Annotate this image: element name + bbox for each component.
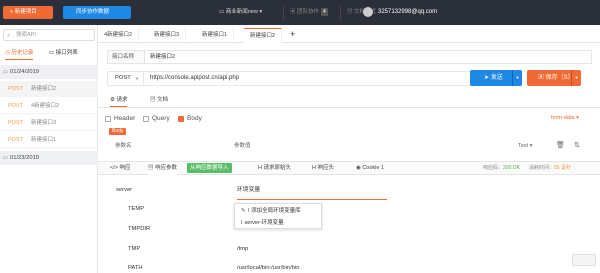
param-name-header: 参数名 [115,143,132,149]
menu-item-add-global-env[interactable]: ✎ I 添加全局环境变量库 [235,205,323,217]
method-select[interactable]: POST ▼ [108,72,144,85]
tab-raw-request-header[interactable]: H 请求原始头 [258,162,291,175]
team-count-badge: 4 [321,8,328,16]
chevron-down-icon: ▼ [135,76,139,81]
tab-api-list[interactable]: ▭ 接口列表 [49,47,78,60]
body-badge: Body [109,128,127,135]
chevron-down-icon[interactable]: ▼ [571,70,581,86]
import-from-response-button[interactable]: 从响应数据导入 [187,163,232,173]
tab-request-active[interactable]: 新建接口2 [244,28,283,43]
team-collab-button[interactable]: ▣ 团队协作 4 [290,6,328,19]
sidebar-tabs: ◷ 历史记录 ▭ 接口列表 [3,47,95,61]
tab-request[interactable]: 新建接口1 [196,28,235,43]
date-group-header[interactable]: ▭ 01/23/2019 [0,151,98,165]
tab-response-params[interactable]: ▤ 响应参数 [148,162,178,175]
request-tabs: 4新建接口2 新建接口3 新建接口1 新建接口2 + [98,28,600,43]
sync-label: 同步协作数据 [76,9,110,15]
env-variable-panel: server 环境变量 TEMP TMPDIR TMP /tmp PATH /u… [98,175,600,273]
variable-icon: I [241,220,243,226]
tab-request[interactable]: 新建接口3 [148,28,187,43]
chevron-down-icon[interactable]: ▼ [512,70,522,86]
response-time: 消耗时间：85 毫秒 [529,165,571,171]
date-group-header[interactable]: ▭ 01/24/2019 [0,65,98,79]
avatar[interactable] [363,7,373,17]
table-row[interactable]: server 环境变量 [98,181,600,200]
tab-request-body[interactable]: ⚙ 请求 [110,94,128,107]
new-project-label: 新建项目 [14,9,37,15]
api-name-label: 接口名称 [108,51,145,63]
tab-request[interactable]: 4新建接口2 [98,28,140,43]
query-checkbox[interactable]: Query [143,113,170,125]
history-item[interactable]: POST 新建接口2 [0,81,98,97]
team-icon: ▣ [290,9,298,15]
tab-response[interactable]: </> 响应 [110,162,131,175]
menu-item-server-env[interactable]: Iserver-环境变量 [235,217,323,229]
table-row[interactable]: TMPDIR [98,220,600,238]
sidebar: ⌕ 搜索API ◷ 历史记录 ▭ 接口列表 ▭ 01/24/2019 POST 新… [0,25,98,273]
body-checkbox[interactable]: Body [178,113,202,125]
tab-cookie[interactable]: ◉ Cookie 1 [356,162,384,175]
variable-icon: I [247,208,250,214]
main-panel: 4新建接口2 新建接口3 新建接口1 新建接口2 + 接口名称 新建接口2 PO… [98,25,600,273]
cookie-count: 1 [380,165,385,171]
table-row[interactable]: TEMP [98,200,600,218]
user-email[interactable]: 3257132998@qq.com [378,6,437,19]
save-icon: ▣ [538,75,546,81]
api-name-row: 接口名称 新建接口2 [107,50,592,64]
doc-icon: ▤ [150,97,158,103]
folder-icon: ▭ [3,155,8,161]
param-header: 参数名 参数值 Text ▾ 🗑 ⇅ [98,139,600,153]
api-name-input[interactable]: 新建接口2 [150,51,175,63]
new-project-button[interactable]: + 新建项目 [3,6,53,19]
history-item[interactable]: POST 新建接口3 [0,115,98,131]
form-type-select[interactable]: form-data ▾ [551,115,579,121]
sub-tabs: ⚙ 请求 ▤ 文档 [98,94,600,108]
search-icon: ⌕ [7,33,11,39]
save-button[interactable]: ▣ 保存（S） ▼ [527,70,581,86]
table-row[interactable]: TMP /tmp [98,240,600,258]
type-select[interactable]: Text ▾ [518,139,532,153]
body-type-selector: Header Query Body [98,113,600,125]
add-tab-icon[interactable]: + [290,29,295,39]
folder-open-icon: ▭ [3,69,8,75]
response-tabs: </> 响应 ▤ 响应参数 从响应数据导入 H 请求原始头 H 响应头 ◉ Co… [98,161,600,175]
edit-icon: ✎ [241,208,246,214]
url-bar: POST ▼ https://console.apipost.cn/api.ph… [107,71,477,86]
history-item[interactable]: POST 4新建接口2 [0,98,98,114]
url-input[interactable]: https://console.apipost.cn/api.php [150,72,239,85]
status-code: 响应码：200 OK [483,165,520,171]
chevron-down-icon: ▾ [257,9,263,15]
scrollbar-button[interactable] [572,254,596,266]
tab-history[interactable]: ◷ 历史记录 [5,47,34,60]
tab-doc[interactable]: ▤ 文档 [150,94,168,107]
monitor-icon: ▭ [219,9,226,15]
chevron-down-icon: ▾ [574,115,579,121]
send-icon: ➤ [484,75,491,81]
env-select[interactable]: ▭ 商业新闻new ▾ [219,6,262,19]
tab-response-header[interactable]: H 响应头 [312,162,334,175]
env-popup-menu: ✎ I 添加全局环境变量库 Iserver-环境变量 [234,203,322,229]
search-input[interactable]: ⌕ 搜索API [3,29,95,41]
param-value-header: 参数值 [234,143,251,149]
history-item[interactable]: POST 新建接口1 [0,132,98,148]
top-bar: + 新建项目 同步协作数据 ▭ 商业新闻new ▾ ▣ 团队协作 4 ▤ 325… [0,0,600,25]
sync-button[interactable]: 同步协作数据 [63,6,131,19]
header-checkbox[interactable]: Header [105,113,135,125]
folder-icon: ▭ [49,50,56,56]
delete-icon[interactable]: 🗑 [556,141,565,149]
doc-icon: ▤ [347,9,355,15]
chevron-down-icon: ▾ [528,143,533,149]
table-row[interactable]: PATH /usr/local/bin:/usr/bin/bin [98,259,600,273]
plus-icon: + [10,9,14,15]
send-button[interactable]: ➤ 发送 ▼ [470,70,522,86]
list-icon: ▤ [148,165,156,171]
sort-icon[interactable]: ⇅ [574,141,580,149]
